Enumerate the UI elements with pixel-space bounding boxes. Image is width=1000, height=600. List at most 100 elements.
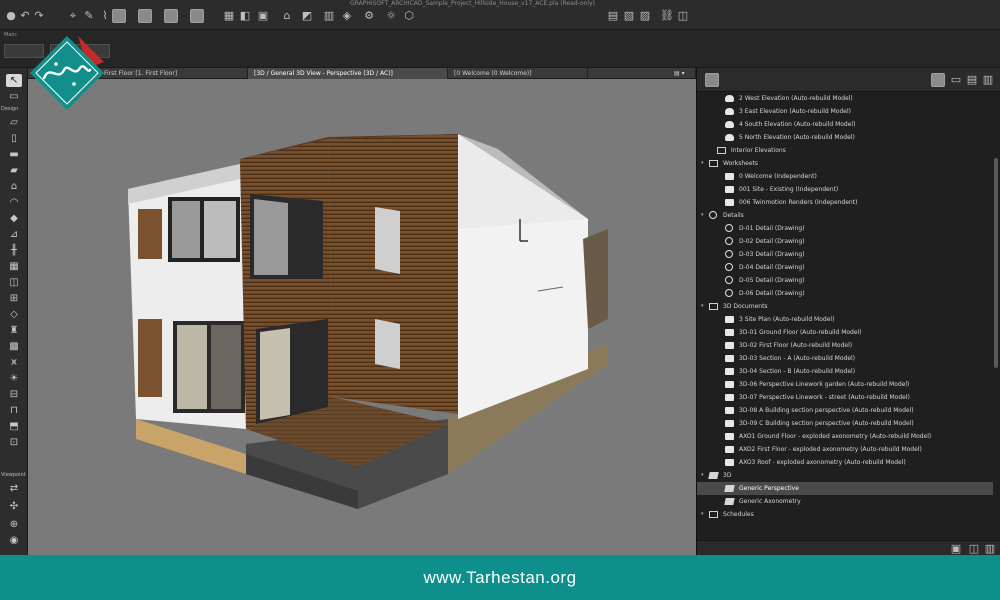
redo-icon[interactable]: ↷: [32, 9, 46, 23]
navigator-item[interactable]: 3 East Elevation (Auto-rebuild Model): [697, 105, 993, 118]
navigator-item[interactable]: D-05 Detail (Drawing): [697, 274, 993, 287]
marquee-icon[interactable]: ▭: [6, 90, 22, 103]
scale-button[interactable]: [138, 9, 152, 23]
navigator-item[interactable]: 5 North Elevation (Auto-rebuild Model): [697, 131, 993, 144]
3d-viewport[interactable]: [28, 79, 696, 555]
tab-welcome[interactable]: [0 Welcome (0 Welcome)]: [448, 68, 588, 79]
zone-icon[interactable]: ▩: [6, 340, 22, 353]
navigator-item[interactable]: D-01 Detail (Drawing): [697, 222, 993, 235]
close-window-icon[interactable]: ●: [4, 9, 18, 23]
navigator-item[interactable]: Generic Perspective: [697, 482, 993, 495]
expand-icon[interactable]: ▾: [701, 508, 704, 521]
info-icon[interactable]: ◫: [676, 9, 690, 23]
tab-first-floor[interactable]: First Floor [1. First Floor]: [98, 68, 248, 79]
brush-icon[interactable]: ⌇: [98, 9, 112, 23]
pen-set-button[interactable]: [164, 9, 178, 23]
navigator-item[interactable]: 3D-08 A Building section perspective (Au…: [697, 404, 993, 417]
navigator-item[interactable]: 4 South Elevation (Auto-rebuild Model): [697, 118, 993, 131]
properties-icon[interactable]: ▥: [983, 542, 997, 556]
navigator-item[interactable]: D-02 Detail (Drawing): [697, 235, 993, 248]
navigator-item[interactable]: 3D-07 Perspective Linework - street (Aut…: [697, 391, 993, 404]
navigator-item[interactable]: AXO1 Ground Floor - exploded axonometry …: [697, 430, 993, 443]
layer-combo-button[interactable]: [112, 9, 126, 23]
renovation-icon[interactable]: ⌂: [280, 9, 294, 23]
undo-icon[interactable]: ↶: [18, 9, 32, 23]
railing-icon[interactable]: ╫: [6, 244, 22, 257]
dimension-icon[interactable]: ⊡: [6, 436, 22, 449]
bim-components-icon[interactable]: ▨: [638, 9, 652, 23]
navigator-item[interactable]: ▾ Worksheets: [697, 157, 993, 170]
lamp-icon[interactable]: ☀: [6, 372, 22, 385]
navigator-item[interactable]: 3D-09 C Building section perspective (Au…: [697, 417, 993, 430]
navigator-item[interactable]: AXO2 First Floor - exploded axonometry (…: [697, 443, 993, 456]
navigator-item[interactable]: 001 Site - Existing (Independent): [697, 183, 993, 196]
project-map-button[interactable]: [931, 73, 945, 87]
layout-book-icon[interactable]: ▤: [965, 73, 979, 87]
navigator-item[interactable]: Generic Axonometry: [697, 495, 993, 508]
navigator-item[interactable]: Interior Elevations: [697, 144, 993, 157]
grid-icon[interactable]: ▦: [222, 9, 236, 23]
link-icon[interactable]: ⛓: [660, 9, 674, 23]
slab-icon[interactable]: ▰: [6, 164, 22, 177]
navigator-mode-button[interactable]: [705, 73, 719, 87]
window-icon[interactable]: ⊞: [6, 292, 22, 305]
arrow-icon[interactable]: ↖: [6, 74, 22, 87]
mesh-icon[interactable]: ⩙: [6, 356, 22, 369]
navigator-item[interactable]: 3D-02 First Floor (Auto-rebuild Model): [697, 339, 993, 352]
view-map-icon[interactable]: ▭: [949, 73, 963, 87]
navigator-item[interactable]: D-03 Detail (Drawing): [697, 248, 993, 261]
partial-structure-icon[interactable]: ▣: [256, 9, 270, 23]
model-view-button[interactable]: [190, 9, 204, 23]
column-icon[interactable]: ▯: [6, 132, 22, 145]
navigator-item[interactable]: 0 Welcome (Independent): [697, 170, 993, 183]
sun-icon[interactable]: ☼: [384, 9, 398, 23]
expand-icon[interactable]: ▾: [701, 157, 704, 170]
teamwork-icon[interactable]: ▤: [606, 9, 620, 23]
navigator-item[interactable]: ▾ 3D Documents: [697, 300, 993, 313]
shell-icon[interactable]: ◠: [6, 196, 22, 209]
door-icon[interactable]: ◫: [6, 276, 22, 289]
tab-3d-view[interactable]: [3D / General 3D View - Perspective (3D …: [248, 68, 448, 79]
navigator-item[interactable]: 3D-06 Perspective Linework garden (Auto-…: [697, 378, 993, 391]
expand-icon[interactable]: ▾: [701, 300, 704, 313]
syringe-icon[interactable]: ✎: [82, 9, 96, 23]
skylight-icon[interactable]: ◇: [6, 308, 22, 321]
roof-icon[interactable]: ⌂: [6, 180, 22, 193]
3d-navigation-icon[interactable]: ◈: [340, 9, 354, 23]
navigator-item[interactable]: AXO3 Roof - exploded axonometry (Auto-re…: [697, 456, 993, 469]
navigator-item[interactable]: 2 West Elevation (Auto-rebuild Model): [697, 92, 993, 105]
curtain-wall-icon[interactable]: ▦: [6, 260, 22, 273]
navigator-item[interactable]: 006 Twinmotion Renders (Independent): [697, 196, 993, 209]
box-icon[interactable]: ⬒: [6, 420, 22, 433]
navigator-item[interactable]: D-06 Detail (Drawing): [697, 287, 993, 300]
fit-icon[interactable]: ◉: [6, 534, 22, 547]
orbit-icon[interactable]: ✣: [6, 500, 22, 513]
trace-icon[interactable]: ◧: [238, 9, 252, 23]
new-view-icon[interactable]: ▣: [949, 542, 963, 556]
label-icon[interactable]: ⊟: [6, 388, 22, 401]
navigator-item[interactable]: 3 Site Plan (Auto-rebuild Model): [697, 313, 993, 326]
clone-icon[interactable]: ◫: [967, 542, 981, 556]
graphic-override-icon[interactable]: ◩: [300, 9, 314, 23]
expand-icon[interactable]: ▾: [701, 469, 704, 482]
navigator-item[interactable]: ▾ Details: [697, 209, 993, 222]
stair-2-icon[interactable]: ⊓: [6, 404, 22, 417]
beam-icon[interactable]: ▬: [6, 148, 22, 161]
navigator-item[interactable]: 3D-01 Ground Floor (Auto-rebuild Model): [697, 326, 993, 339]
stair-icon[interactable]: ⊿: [6, 228, 22, 241]
publisher-sets-icon[interactable]: ▥: [981, 73, 995, 87]
tab-menu-icon[interactable]: ▤ ▾: [668, 68, 696, 79]
filter-icon[interactable]: ⬡: [402, 9, 416, 23]
expand-icon[interactable]: ▾: [701, 209, 704, 222]
tile-windows-icon[interactable]: ▥: [322, 9, 336, 23]
navigator-item[interactable]: D-04 Detail (Drawing): [697, 261, 993, 274]
navigator-scrollbar[interactable]: [994, 158, 998, 368]
3d-style-icon[interactable]: ⚙: [362, 9, 376, 23]
pick-up-icon[interactable]: ⌖: [66, 9, 80, 23]
navigator-item[interactable]: 3D-04 Section - B (Auto-rebuild Model): [697, 365, 993, 378]
camera-icon[interactable]: ⇄: [6, 482, 22, 495]
navigator-item[interactable]: ▾ Schedules: [697, 508, 993, 521]
wall-icon[interactable]: ▱: [6, 116, 22, 129]
object-icon[interactable]: ♜: [6, 324, 22, 337]
navigator-item[interactable]: 3D-03 Section - A (Auto-rebuild Model): [697, 352, 993, 365]
